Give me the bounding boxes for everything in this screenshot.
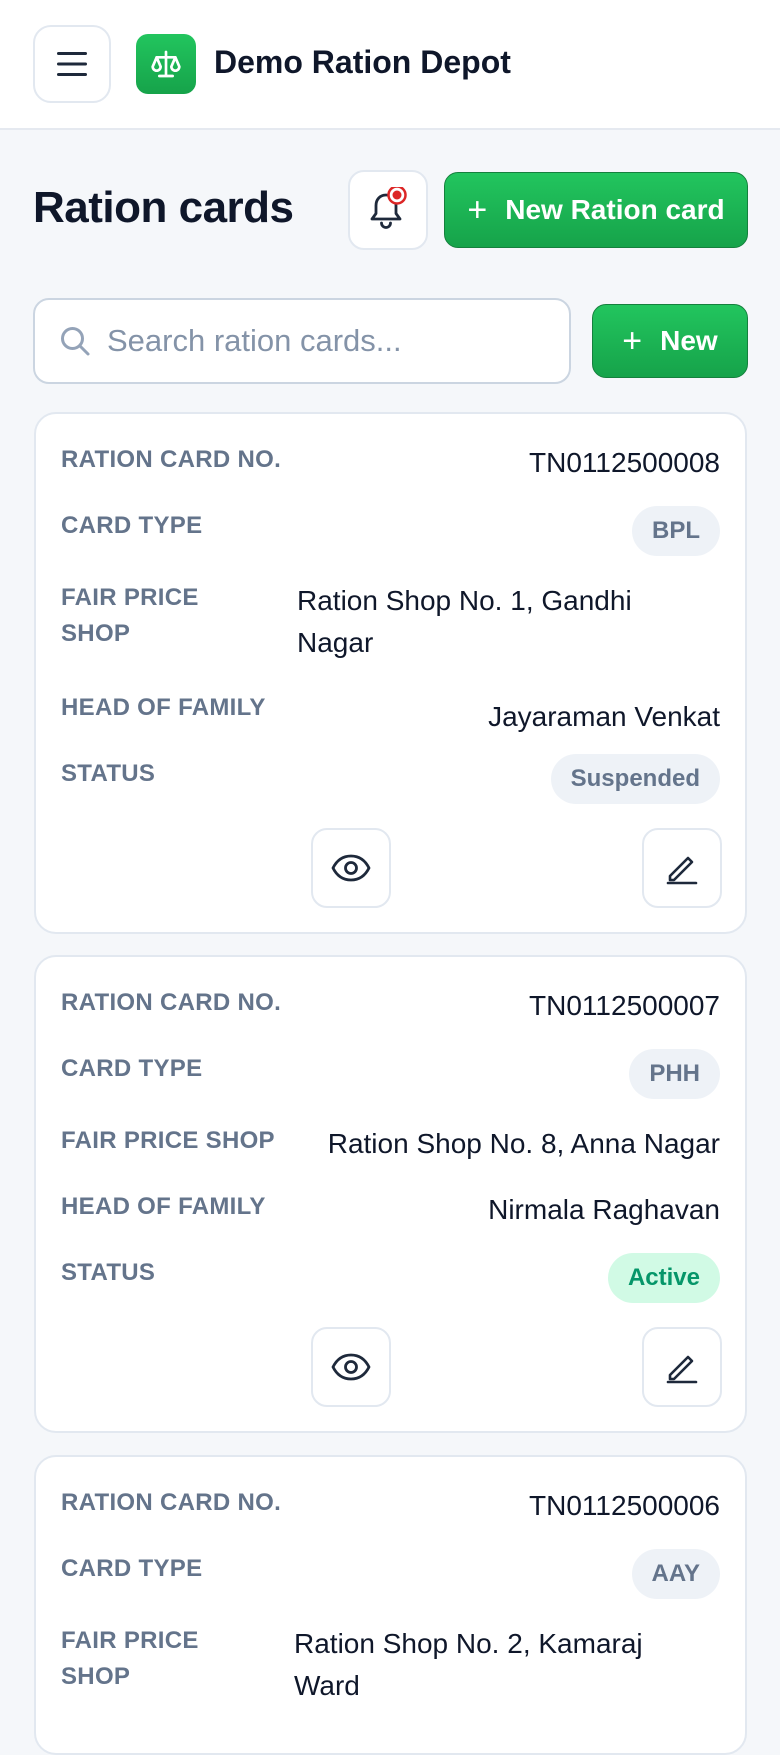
view-button[interactable] — [311, 828, 391, 908]
fair-price-shop-row: FAIR PRICE SHOP Ration Shop No. 2, Kamar… — [61, 1623, 720, 1709]
new-ration-card-label: New Ration card — [505, 194, 725, 225]
new-button-label: New — [660, 325, 718, 356]
fair-price-shop-value: Ration Shop No. 8, Anna Nagar — [327, 1128, 720, 1159]
card-type-label: CARD TYPE — [61, 1555, 203, 1582]
fair-price-shop-label: FAIR PRICE SHOP — [61, 1127, 275, 1154]
new-ration-card-button[interactable]: + New Ration card — [444, 172, 748, 248]
page-title: Ration cards — [33, 183, 294, 232]
card-number-label: RATION CARD NO. — [61, 989, 282, 1016]
fair-price-shop-label: FAIR PRICE SHOP — [61, 584, 199, 647]
card-type-badge: BPL — [632, 506, 720, 556]
fair-price-shop-value: Ration Shop No. 1, Gandhi Nagar — [297, 585, 632, 658]
card-type-badge: AAY — [631, 1549, 720, 1599]
status-label: STATUS — [61, 1259, 156, 1286]
head-of-family-value: Jayaraman Venkat — [488, 701, 720, 732]
card-number-value: TN0112500006 — [529, 1490, 720, 1521]
head-of-family-label: HEAD OF FAMILY — [61, 1193, 266, 1220]
card-type-label: CARD TYPE — [61, 1055, 203, 1082]
search-input[interactable] — [107, 323, 527, 359]
card-number-row: RATION CARD NO. TN0112500006 — [61, 1485, 720, 1529]
pencil-icon — [666, 856, 698, 885]
scales-icon — [151, 50, 181, 78]
search-box — [33, 298, 571, 384]
fair-price-shop-label: FAIR PRICE SHOP — [61, 1627, 199, 1690]
edit-button[interactable] — [642, 1327, 722, 1407]
status-row: STATUS Active — [61, 1253, 720, 1307]
edit-button[interactable] — [642, 828, 722, 908]
fair-price-shop-row: FAIR PRICE SHOP Ration Shop No. 1, Gandh… — [61, 580, 720, 666]
card-type-label: CARD TYPE — [61, 512, 203, 539]
card-number-label: RATION CARD NO. — [61, 446, 282, 473]
head-of-family-value: Nirmala Raghavan — [488, 1194, 720, 1225]
fair-price-shop-row: FAIR PRICE SHOP Ration Shop No. 8, Anna … — [61, 1123, 720, 1167]
pencil-icon — [666, 1355, 698, 1384]
view-button[interactable] — [311, 1327, 391, 1407]
app-title: Demo Ration Depot — [214, 44, 511, 80]
ration-card-item: RATION CARD NO. TN0112500008 CARD TYPE B… — [34, 412, 747, 934]
status-label: STATUS — [61, 760, 156, 787]
menu-icon — [57, 52, 87, 76]
card-type-row: CARD TYPE PHH — [61, 1049, 720, 1103]
status-row: STATUS Suspended — [61, 754, 720, 808]
card-number-value: TN0112500008 — [529, 447, 720, 478]
eye-icon — [331, 1353, 371, 1381]
top-bar: Demo Ration Depot — [0, 0, 780, 130]
eye-icon — [331, 854, 371, 882]
plus-icon: + — [467, 191, 488, 229]
status-badge: Suspended — [550, 754, 720, 804]
card-number-label: RATION CARD NO. — [61, 1489, 282, 1516]
card-number-value: TN0112500007 — [529, 990, 720, 1021]
head-of-family-row: HEAD OF FAMILY Nirmala Raghavan — [61, 1189, 720, 1233]
new-button[interactable]: + New — [592, 304, 748, 378]
app-logo — [136, 34, 196, 94]
head-of-family-label: HEAD OF FAMILY — [61, 694, 266, 721]
card-type-row: CARD TYPE AAY — [61, 1549, 720, 1603]
ration-card-item: RATION CARD NO. TN0112500007 CARD TYPE P… — [34, 955, 747, 1433]
hamburger-menu-button[interactable] — [33, 25, 111, 103]
card-type-row: CARD TYPE BPL — [61, 506, 720, 560]
bell-icon — [370, 187, 407, 229]
plus-icon: + — [622, 322, 643, 360]
status-badge: Active — [607, 1253, 720, 1303]
card-number-row: RATION CARD NO. TN0112500007 — [61, 985, 720, 1029]
ration-card-item: RATION CARD NO. TN0112500006 CARD TYPE A… — [34, 1455, 747, 1755]
head-of-family-row: HEAD OF FAMILY Jayaraman Venkat — [61, 690, 720, 734]
search-icon — [59, 325, 91, 357]
card-number-row: RATION CARD NO. TN0112500008 — [61, 442, 720, 486]
fair-price-shop-value: Ration Shop No. 2, Kamaraj Ward — [294, 1628, 643, 1701]
card-type-badge: PHH — [629, 1049, 720, 1099]
notifications-button[interactable] — [348, 170, 428, 250]
